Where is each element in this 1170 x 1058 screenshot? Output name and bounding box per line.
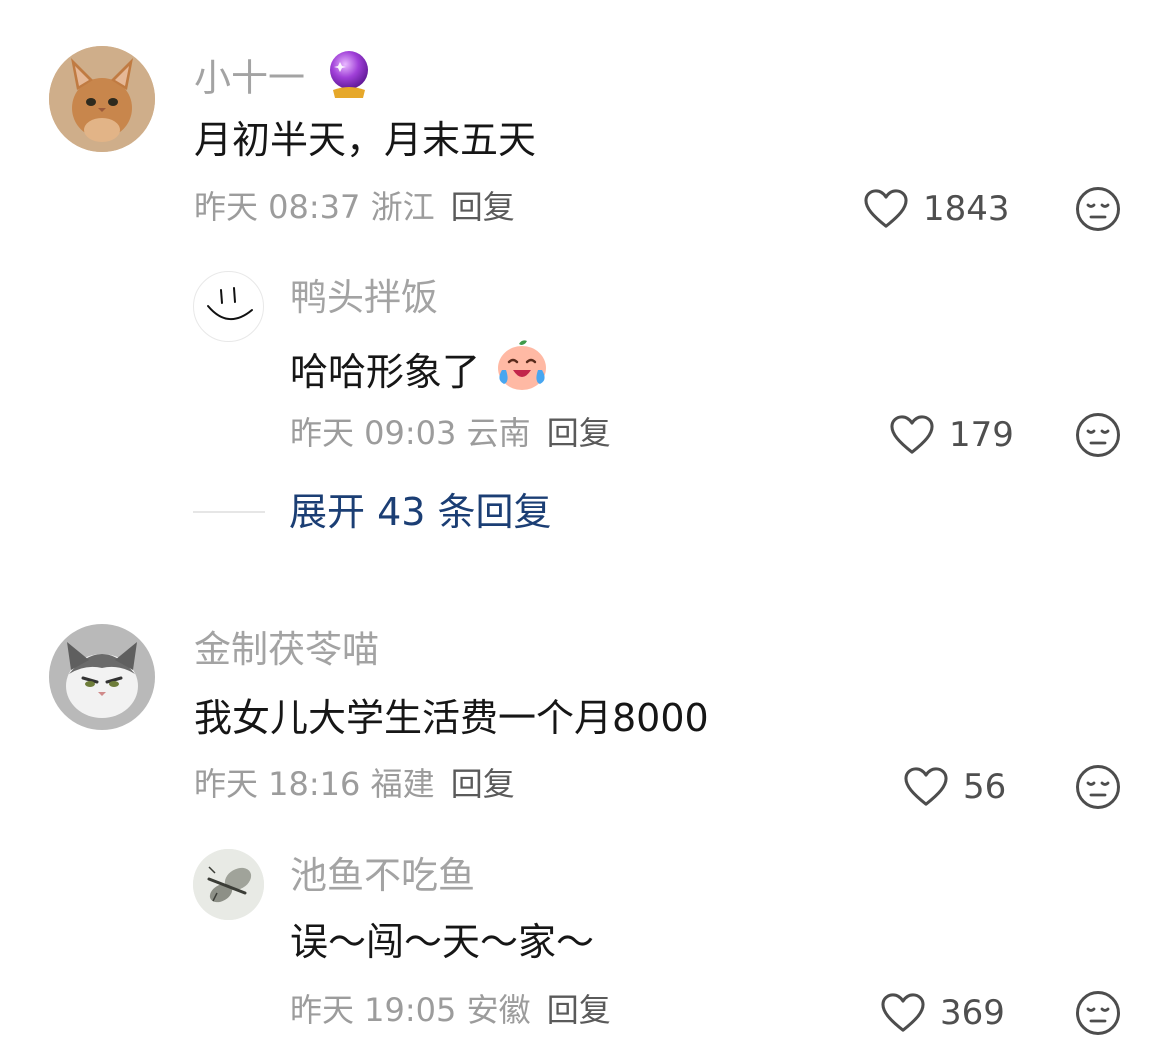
avatar[interactable]: [49, 46, 155, 152]
dislike-face-icon[interactable]: [1074, 763, 1122, 811]
reply-button[interactable]: 回复: [547, 414, 611, 452]
like-button[interactable]: 1843: [863, 188, 1010, 230]
timestamp: 昨天 19:05: [290, 991, 457, 1029]
comment-text: 月初半天，月末五天: [194, 118, 537, 162]
like-count: 56: [963, 767, 1007, 807]
avatar[interactable]: [193, 849, 264, 920]
timestamp: 昨天 08:37: [194, 188, 361, 226]
comment-meta: 昨天 19:05 安徽 回复: [290, 990, 611, 1030]
location: 云南: [466, 414, 531, 452]
dislike-face-icon[interactable]: [1074, 989, 1122, 1037]
like-count: 1843: [923, 189, 1010, 229]
dislike-face-icon[interactable]: [1074, 185, 1122, 233]
comment-meta: 昨天 18:16 福建 回复: [194, 764, 515, 804]
reply-button[interactable]: 回复: [451, 765, 515, 803]
username[interactable]: 小十一: [194, 57, 305, 100]
divider: [193, 511, 265, 513]
comment-text: 误～闯～天～家～: [290, 920, 595, 964]
comment-text: 我女儿大学生活费一个月8000: [194, 696, 709, 740]
avatar[interactable]: [193, 271, 264, 342]
timestamp: 昨天 09:03: [290, 414, 457, 452]
reply-button[interactable]: 回复: [451, 188, 515, 226]
dislike-face-icon[interactable]: [1074, 411, 1122, 459]
username[interactable]: 金制茯苓喵: [194, 626, 379, 674]
expand-replies-button[interactable]: 展开 43 条回复: [193, 488, 552, 536]
heart-icon: [880, 992, 926, 1034]
username[interactable]: 池鱼不吃鱼: [290, 852, 475, 900]
heart-icon: [863, 188, 909, 230]
like-count: 179: [949, 415, 1014, 455]
comment-meta: 昨天 09:03 云南 回复: [290, 413, 611, 453]
insect-avatar-icon: [193, 849, 264, 920]
heart-icon: [889, 414, 935, 456]
comment-meta: 昨天 08:37 浙江 回复: [194, 187, 515, 227]
like-count: 369: [940, 993, 1005, 1033]
smiley-avatar-icon: [207, 287, 253, 320]
avatar[interactable]: [49, 624, 155, 730]
comment-text: 哈哈形象了: [290, 350, 481, 394]
heart-icon: [903, 766, 949, 808]
timestamp: 昨天 18:16: [194, 765, 361, 803]
cat-avatar-icon: [49, 624, 155, 730]
like-button[interactable]: 56: [903, 766, 1006, 808]
username[interactable]: 鸭头拌饭: [290, 274, 438, 322]
cat-avatar-icon: [49, 46, 155, 152]
location: 安徽: [466, 991, 531, 1029]
like-button[interactable]: 179: [889, 414, 1014, 456]
location: 浙江: [370, 188, 435, 226]
reply-button[interactable]: 回复: [547, 991, 611, 1029]
like-button[interactable]: 369: [880, 992, 1005, 1034]
crystal-ball-icon: [325, 48, 373, 112]
expand-replies-label: 展开 43 条回复: [289, 490, 552, 534]
laughing-crying-face-icon: [494, 338, 550, 403]
location: 福建: [370, 765, 435, 803]
